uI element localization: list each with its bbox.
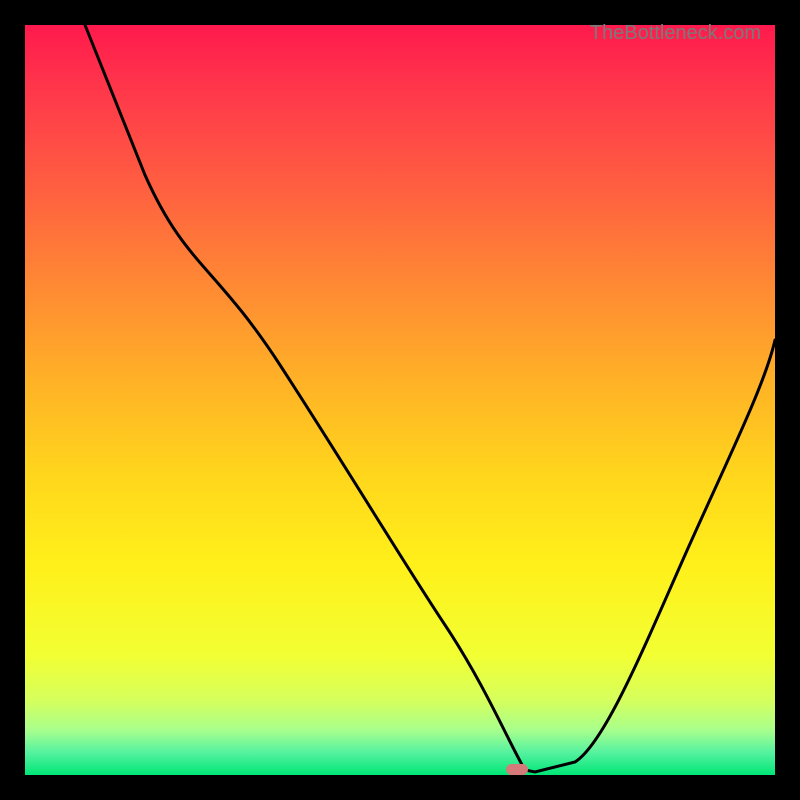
outer-frame: TheBottleneck.com [15, 15, 785, 785]
curve-line [25, 25, 775, 775]
plot-area: TheBottleneck.com [25, 25, 775, 775]
curve-path [85, 25, 775, 772]
minimum-marker [506, 764, 528, 775]
watermark-text: TheBottleneck.com [590, 22, 761, 45]
